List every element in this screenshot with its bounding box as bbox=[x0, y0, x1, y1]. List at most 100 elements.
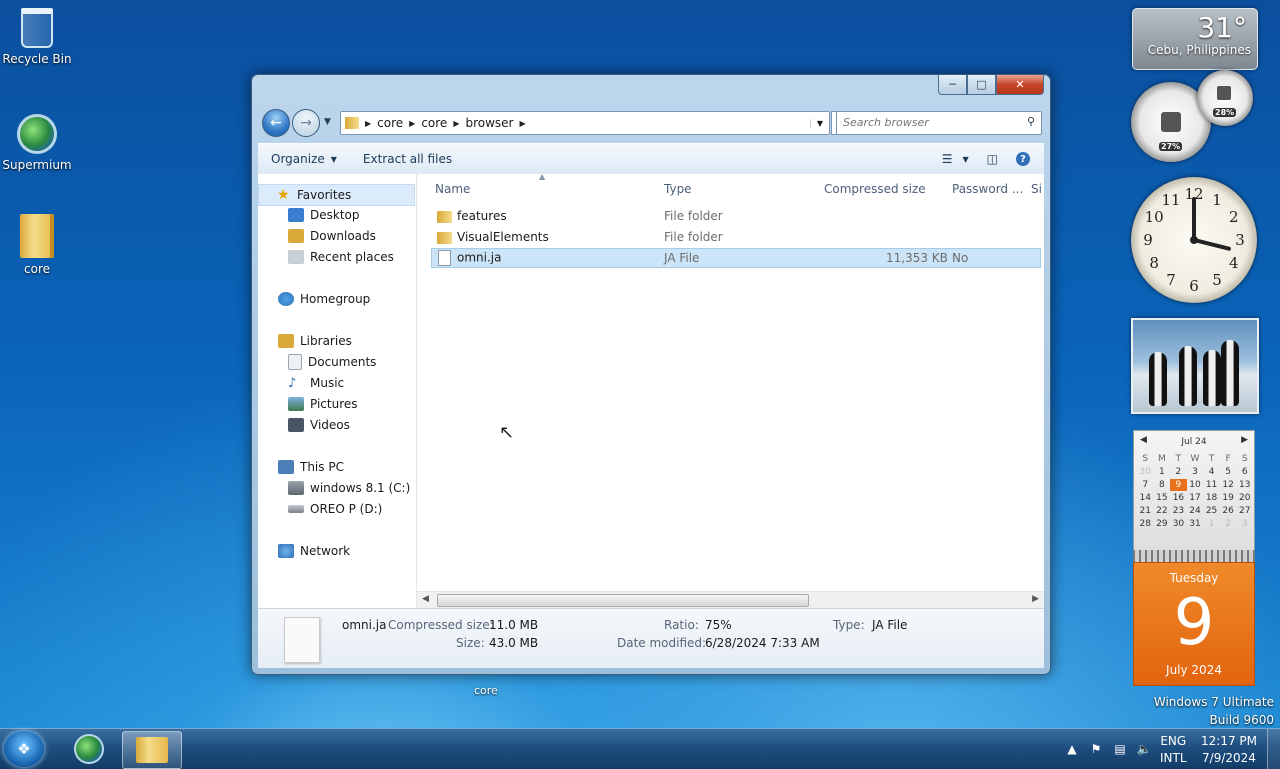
action-center-flag-icon[interactable]: ⚑ bbox=[1088, 742, 1104, 756]
column-compressed-size[interactable]: Compressed size bbox=[824, 182, 926, 196]
calendar-day[interactable]: 7 bbox=[1137, 479, 1154, 491]
calendar-day[interactable]: 5 bbox=[1220, 466, 1237, 478]
calendar-day[interactable]: 14 bbox=[1137, 492, 1154, 504]
calendar-day[interactable]: 17 bbox=[1187, 492, 1204, 504]
breadcrumb-browser[interactable]: browser bbox=[459, 116, 519, 130]
horizontal-scrollbar[interactable]: ◀ ▶ bbox=[417, 591, 1044, 608]
calendar-day[interactable]: 31 bbox=[1187, 518, 1204, 530]
file-row-features[interactable]: features File folder bbox=[431, 206, 1041, 226]
calendar-day[interactable]: 26 bbox=[1220, 505, 1237, 517]
volume-muted-icon[interactable]: 🔈 bbox=[1136, 742, 1152, 756]
scroll-right-icon[interactable]: ▶ bbox=[1032, 594, 1039, 604]
breadcrumb-core[interactable]: core bbox=[415, 116, 453, 130]
breadcrumb-core[interactable]: core bbox=[371, 116, 409, 130]
nav-item-desktop[interactable]: Desktop bbox=[288, 205, 360, 225]
nav-item-drive-d[interactable]: OREO P (D:) bbox=[288, 499, 382, 519]
view-options-button[interactable]: ☰ ▼ bbox=[942, 152, 969, 166]
calendar-day[interactable]: 23 bbox=[1170, 505, 1187, 517]
calendar-day[interactable]: 11 bbox=[1203, 479, 1220, 491]
column-type[interactable]: Type bbox=[664, 182, 692, 196]
show-hidden-icons-icon[interactable]: ▲ bbox=[1064, 742, 1080, 756]
column-name[interactable]: Name bbox=[435, 182, 470, 196]
nav-item-this-pc[interactable]: This PC bbox=[278, 457, 344, 477]
nav-item-libraries[interactable]: Libraries bbox=[278, 331, 352, 351]
breadcrumb-arrow-icon[interactable]: ▶ bbox=[519, 119, 525, 128]
calendar-day[interactable]: 3 bbox=[1236, 518, 1253, 530]
calendar-day[interactable]: 1 bbox=[1203, 518, 1220, 530]
nav-item-documents[interactable]: Documents bbox=[288, 352, 376, 372]
calendar-day[interactable]: 28 bbox=[1137, 518, 1154, 530]
forward-button[interactable]: → bbox=[292, 109, 320, 137]
preview-pane-button[interactable]: ◫ bbox=[987, 152, 998, 166]
show-desktop-button[interactable] bbox=[1267, 729, 1280, 769]
language-indicator[interactable]: ENG INTL bbox=[1160, 733, 1187, 767]
desktop-icon-recycle-bin[interactable]: Recycle Bin bbox=[0, 8, 74, 66]
search-input[interactable] bbox=[837, 112, 1019, 132]
calendar-gadget[interactable]: ◀ Jul 24 ▶ S M T W T F S 30 1 2 3 4 5 6 7 8 9 10 11 12 13 14 1… bbox=[1133, 430, 1255, 686]
calendar-day[interactable]: 12 bbox=[1220, 479, 1237, 491]
calendar-day[interactable]: 13 bbox=[1236, 479, 1253, 491]
calendar-day[interactable]: 21 bbox=[1137, 505, 1154, 517]
nav-item-pictures[interactable]: Pictures bbox=[288, 394, 358, 414]
extract-all-button[interactable]: Extract all files bbox=[350, 152, 465, 166]
calendar-day[interactable]: 8 bbox=[1154, 479, 1171, 491]
calendar-day[interactable]: 24 bbox=[1187, 505, 1204, 517]
desktop-icon-supermium[interactable]: Supermium bbox=[0, 114, 74, 172]
nav-item-videos[interactable]: Videos bbox=[288, 415, 350, 435]
desktop-icon-core-folder[interactable]: core bbox=[0, 214, 74, 276]
calendar-day[interactable]: 19 bbox=[1220, 492, 1237, 504]
back-button[interactable]: ← bbox=[262, 109, 290, 137]
calendar-next-icon[interactable]: ▶ bbox=[1241, 435, 1248, 445]
penguin-shape bbox=[1149, 352, 1167, 406]
weather-gadget[interactable]: 31° Cebu, Philippines bbox=[1132, 8, 1258, 70]
calendar-day[interactable]: 1 bbox=[1154, 466, 1171, 478]
nav-item-music[interactable]: ♪ Music bbox=[288, 373, 344, 393]
taskbar-file-explorer[interactable] bbox=[122, 731, 182, 769]
calendar-day[interactable]: 4 bbox=[1203, 466, 1220, 478]
nav-item-drive-c[interactable]: windows 8.1 (C:) bbox=[288, 478, 410, 498]
taskbar-supermium[interactable] bbox=[60, 731, 118, 767]
calendar-day[interactable]: 3 bbox=[1187, 466, 1204, 478]
calendar-day[interactable]: 16 bbox=[1170, 492, 1187, 504]
scroll-left-icon[interactable]: ◀ bbox=[422, 594, 429, 604]
recent-pages-dropdown[interactable]: ▼ bbox=[324, 117, 331, 127]
calendar-day[interactable]: 2 bbox=[1170, 466, 1187, 478]
close-button[interactable]: ✕ bbox=[996, 75, 1044, 95]
nav-item-favorites[interactable]: ★ Favorites bbox=[258, 184, 415, 206]
network-status-icon[interactable]: ▤ bbox=[1112, 742, 1128, 756]
calendar-day[interactable]: 20 bbox=[1236, 492, 1253, 504]
maximize-button[interactable]: □ bbox=[967, 75, 996, 95]
calendar-day[interactable]: 18 bbox=[1203, 492, 1220, 504]
column-password[interactable]: Password ... bbox=[952, 182, 1023, 196]
nav-item-recent-places[interactable]: Recent places bbox=[288, 247, 394, 267]
search-box[interactable]: ⚲ bbox=[836, 111, 1042, 135]
nav-item-downloads[interactable]: Downloads bbox=[288, 226, 376, 246]
minimize-button[interactable]: ─ bbox=[938, 75, 967, 95]
calendar-day[interactable]: 30 bbox=[1137, 466, 1154, 478]
calendar-day[interactable]: 10 bbox=[1187, 479, 1204, 491]
nav-item-network[interactable]: Network bbox=[278, 541, 350, 561]
address-dropdown[interactable]: ▼ bbox=[810, 118, 829, 128]
calendar-day[interactable]: 9 bbox=[1170, 479, 1187, 491]
organize-button[interactable]: Organize ▼ bbox=[258, 152, 350, 166]
file-row-omni-ja[interactable]: omni.ja JA File 11,353 KB No bbox=[431, 248, 1041, 268]
calendar-day[interactable]: 22 bbox=[1154, 505, 1171, 517]
slideshow-gadget[interactable] bbox=[1131, 318, 1259, 414]
file-row-visualelements[interactable]: VisualElements File folder bbox=[431, 227, 1041, 247]
clock-gadget[interactable]: 12 1 2 3 4 5 6 7 8 9 10 11 bbox=[1131, 177, 1257, 303]
memory-meter-gadget[interactable]: 28% bbox=[1197, 70, 1253, 126]
calendar-day[interactable]: 29 bbox=[1154, 518, 1171, 530]
calendar-day[interactable]: 30 bbox=[1170, 518, 1187, 530]
nav-item-homegroup[interactable]: Homegroup bbox=[278, 289, 370, 309]
help-icon[interactable]: ? bbox=[1016, 152, 1030, 166]
calendar-day[interactable]: 2 bbox=[1220, 518, 1237, 530]
address-bar[interactable]: ▶ core ▶ core ▶ browser ▶ ▼ bbox=[340, 111, 830, 135]
calendar-day[interactable]: 25 bbox=[1203, 505, 1220, 517]
calendar-day[interactable]: 6 bbox=[1236, 466, 1253, 478]
start-button[interactable]: ❖ bbox=[4, 731, 44, 767]
column-size[interactable]: Si bbox=[1031, 182, 1042, 196]
scrollbar-thumb[interactable] bbox=[437, 594, 809, 607]
calendar-day[interactable]: 15 bbox=[1154, 492, 1171, 504]
calendar-day[interactable]: 27 bbox=[1236, 505, 1253, 517]
taskbar-clock[interactable]: 12:17 PM 7/9/2024 bbox=[1198, 733, 1260, 767]
